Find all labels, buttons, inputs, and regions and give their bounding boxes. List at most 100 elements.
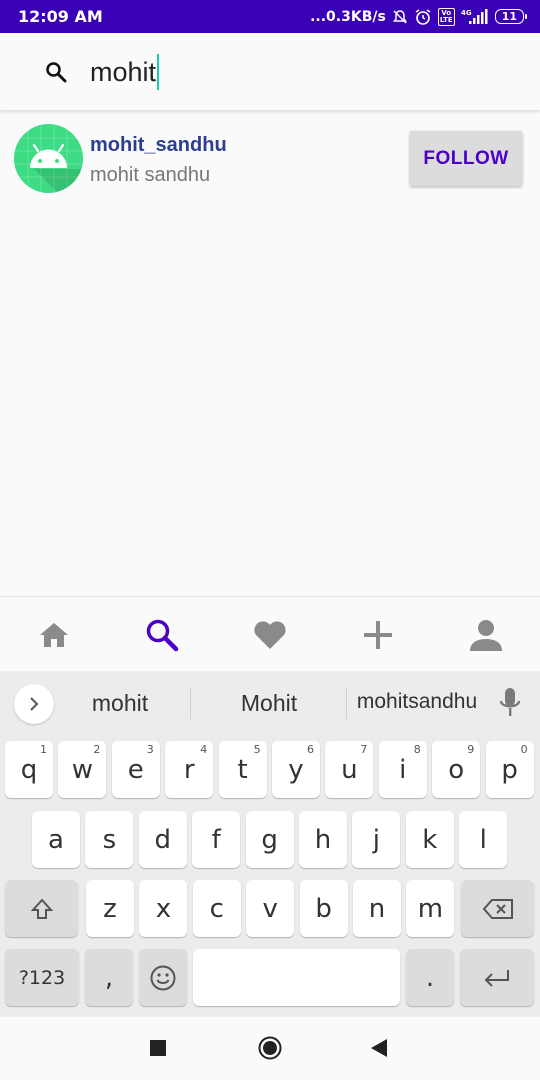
status-time: 12:09 AM <box>18 7 103 26</box>
suggestion-divider <box>190 687 191 719</box>
key-m[interactable]: m <box>406 880 455 937</box>
status-icons: ...0.3KB/s Vo LTE 4G 11 <box>310 7 528 26</box>
key-s[interactable]: s <box>85 811 134 868</box>
key-l[interactable]: l <box>459 811 508 868</box>
suggestion-1[interactable]: mohit <box>70 690 170 717</box>
key-u[interactable]: u7 <box>325 741 374 798</box>
shift-key[interactable] <box>5 880 78 937</box>
android-icon <box>14 124 83 193</box>
profile-icon <box>470 620 502 651</box>
status-bar: 12:09 AM ...0.3KB/s Vo LTE 4G 11 <box>0 0 540 33</box>
nav-search[interactable] <box>142 615 182 655</box>
search-input[interactable]: mohit <box>90 53 160 91</box>
back-icon[interactable] <box>370 1038 388 1058</box>
backspace-key[interactable] <box>461 880 534 937</box>
svg-text:4G: 4G <box>461 9 472 17</box>
key-h[interactable]: h <box>299 811 347 868</box>
key-v[interactable]: v <box>246 880 295 937</box>
text-cursor <box>157 54 160 90</box>
suggestion-2[interactable]: Mohit <box>210 690 328 717</box>
key-label: h <box>314 824 332 855</box>
key-label: j <box>372 824 380 855</box>
key-o[interactable]: o9 <box>432 741 481 798</box>
comma-key[interactable]: , <box>85 949 133 1006</box>
system-navigation-bar <box>0 1017 540 1080</box>
username[interactable]: mohit_sandhu <box>90 134 227 157</box>
key-label: u <box>341 754 358 785</box>
key-label: z <box>103 893 117 924</box>
space-key[interactable] <box>193 949 400 1006</box>
enter-icon <box>484 969 509 987</box>
home-icon <box>40 623 68 647</box>
emoji-key[interactable] <box>139 949 187 1006</box>
key-e[interactable]: e3 <box>111 741 160 798</box>
key-p[interactable]: p0 <box>485 741 534 798</box>
period-key[interactable]: . <box>406 949 454 1006</box>
key-f[interactable]: f <box>192 811 241 868</box>
bottom-navigation <box>0 596 540 671</box>
key-number-hint: 7 <box>360 743 368 756</box>
alarm-icon <box>415 8 431 25</box>
key-label: q <box>20 754 38 785</box>
shift-icon <box>30 898 53 919</box>
home-button-icon[interactable] <box>258 1036 282 1060</box>
user-result-row[interactable]: mohit_sandhu mohit sandhu FOLLOW <box>0 122 540 196</box>
key-number-hint: 6 <box>307 743 314 756</box>
signal-icon: 4G <box>461 8 488 24</box>
key-y[interactable]: y6 <box>272 741 320 798</box>
suggestion-3[interactable]: mohitsandhu <box>352 690 482 714</box>
key-c[interactable]: c <box>192 880 241 937</box>
key-label: y <box>288 754 304 785</box>
recents-icon[interactable] <box>149 1039 167 1057</box>
key-label: o <box>448 754 465 785</box>
search-icon <box>46 62 67 83</box>
suggestion-divider <box>346 687 347 719</box>
key-x[interactable]: x <box>139 880 188 937</box>
key-r[interactable]: r4 <box>165 741 214 798</box>
key-k[interactable]: k <box>405 811 454 868</box>
follow-button[interactable]: FOLLOW <box>410 131 522 186</box>
key-label: r <box>183 754 195 785</box>
key-q[interactable]: q1 <box>5 741 53 798</box>
microphone-icon[interactable] <box>498 687 522 719</box>
nav-activity[interactable] <box>250 615 290 655</box>
key-z[interactable]: z <box>86 880 134 937</box>
heart-icon <box>254 621 286 649</box>
key-g[interactable]: g <box>245 811 294 868</box>
key-d[interactable]: d <box>138 811 187 868</box>
key-a[interactable]: a <box>32 811 80 868</box>
key-label: l <box>479 824 487 855</box>
network-speed: ...0.3KB/s <box>310 8 386 25</box>
symbols-key[interactable]: ?123 <box>5 949 79 1006</box>
nav-add[interactable] <box>358 615 398 655</box>
avatar[interactable] <box>14 124 83 193</box>
nav-profile[interactable] <box>466 615 506 655</box>
key-label: p <box>501 754 518 785</box>
battery-level: 11 <box>501 9 517 23</box>
search-query: mohit <box>90 56 157 87</box>
full-name: mohit sandhu <box>90 164 211 186</box>
key-n[interactable]: n <box>353 880 401 937</box>
key-i[interactable]: i8 <box>378 741 427 798</box>
key-label: n <box>368 893 386 924</box>
key-label: g <box>261 824 278 855</box>
enter-key[interactable] <box>460 949 534 1006</box>
search-header: mohit <box>0 33 540 110</box>
nav-home[interactable] <box>34 615 74 655</box>
expand-suggestions-button[interactable] <box>14 684 54 724</box>
key-number-hint: 3 <box>146 743 154 756</box>
soft-keyboard: mohit Mohit mohitsandhu ?123 , . q 1 w 2… <box>0 671 540 1017</box>
key-label: t <box>237 754 248 785</box>
key-b[interactable]: b <box>299 880 348 937</box>
key-number-hint: 1 <box>40 743 47 756</box>
key-label: x <box>155 893 172 924</box>
key-label: a <box>48 824 64 855</box>
key-number-hint: 5 <box>253 743 261 756</box>
key-t[interactable]: t5 <box>218 741 267 798</box>
key-number-hint: 0 <box>520 743 528 756</box>
key-label: m <box>417 893 444 924</box>
key-j[interactable]: j <box>352 811 401 868</box>
key-w[interactable]: w2 <box>58 741 107 798</box>
add-icon <box>364 621 392 649</box>
key-label: k <box>422 824 438 855</box>
